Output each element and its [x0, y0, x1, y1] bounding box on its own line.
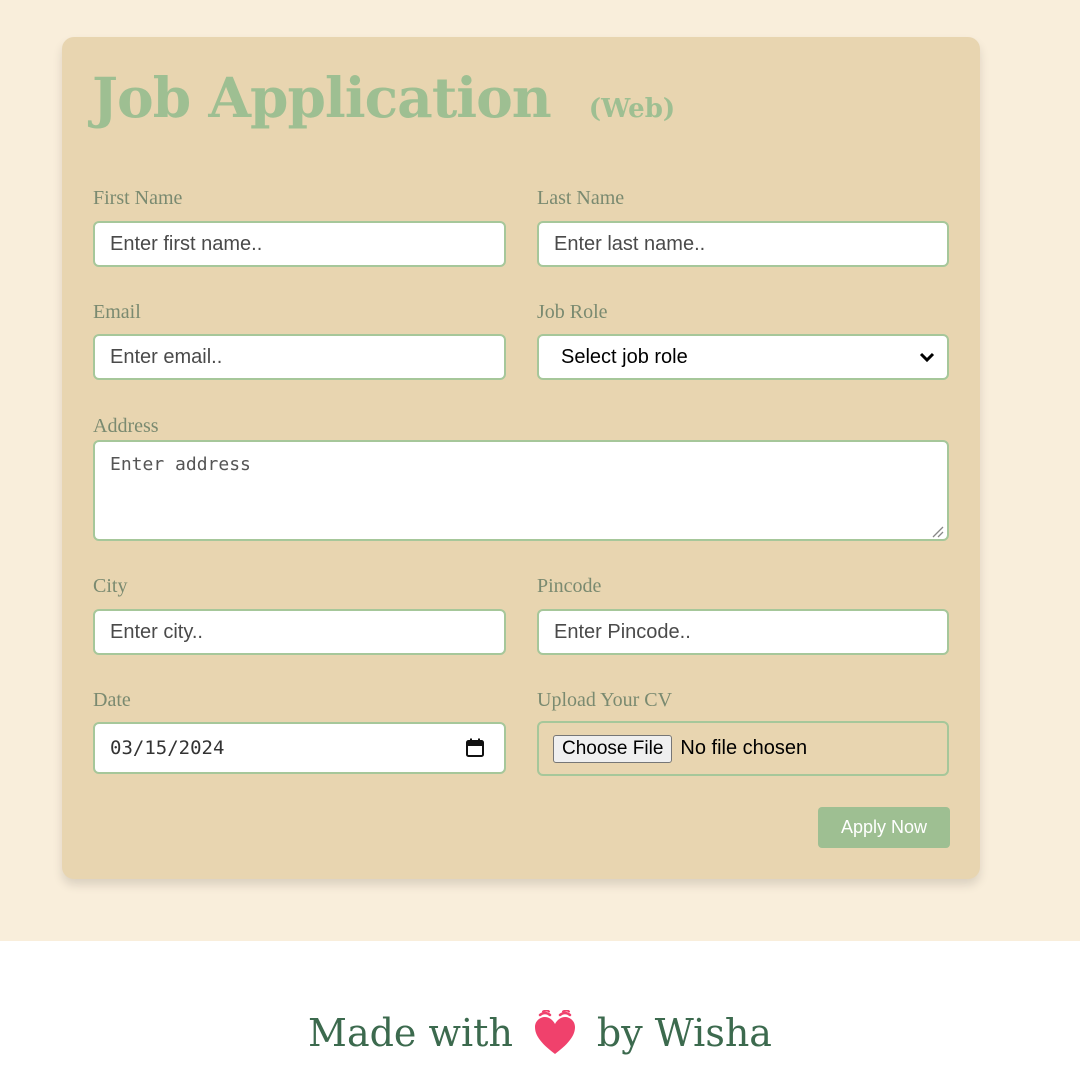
footer-suffix: by Wisha — [596, 1011, 772, 1055]
footer-prefix: Made with — [308, 1011, 513, 1055]
address-label: Address — [93, 415, 159, 437]
footer: Made with by Wisha — [0, 1009, 1080, 1056]
calendar-icon[interactable] — [464, 737, 486, 759]
last-name-label: Last Name — [537, 187, 625, 209]
last-name-placeholder: Enter last name.. — [554, 232, 706, 255]
heart-icon — [527, 1009, 583, 1056]
city-label: City — [93, 575, 128, 597]
pincode-placeholder: Enter Pincode.. — [554, 620, 691, 643]
address-textarea[interactable]: Enter address — [93, 440, 949, 541]
first-name-label: First Name — [93, 187, 183, 209]
date-value: 03/15/2024 — [110, 737, 225, 759]
address-placeholder: Enter address — [110, 454, 251, 475]
email-placeholder: Enter email.. — [110, 345, 223, 368]
resize-grip-icon[interactable] — [930, 522, 944, 538]
file-status: No file chosen — [680, 737, 808, 759]
form-subtitle: (Web) — [588, 94, 676, 124]
job-role-label: Job Role — [537, 301, 608, 323]
pincode-label: Pincode — [537, 575, 602, 597]
choose-file-button[interactable]: Choose File — [553, 734, 673, 763]
cv-file-input[interactable]: Choose File No file chosen — [537, 721, 949, 776]
city-placeholder: Enter city.. — [110, 620, 203, 643]
chevron-down-icon — [917, 347, 937, 367]
date-input[interactable]: 03/15/2024 — [93, 722, 506, 774]
date-label: Date — [93, 689, 131, 711]
last-name-input[interactable]: Enter last name.. — [537, 221, 949, 267]
job-application-form: Job Application (Web) First Name Enter fi… — [62, 37, 980, 879]
pincode-input[interactable]: Enter Pincode.. — [537, 609, 949, 655]
form-title-text: Job Application — [92, 65, 552, 130]
email-label: Email — [93, 301, 141, 323]
first-name-placeholder: Enter first name.. — [110, 232, 263, 255]
job-role-select[interactable]: Select job role — [537, 334, 949, 380]
cv-label: Upload Your CV — [537, 689, 673, 711]
job-role-selected: Select job role — [561, 345, 688, 368]
form-title: Job Application (Web) — [92, 65, 675, 130]
city-input[interactable]: Enter city.. — [93, 609, 506, 655]
email-input[interactable]: Enter email.. — [93, 334, 506, 380]
first-name-input[interactable]: Enter first name.. — [93, 221, 506, 267]
apply-now-button[interactable]: Apply Now — [818, 807, 950, 848]
